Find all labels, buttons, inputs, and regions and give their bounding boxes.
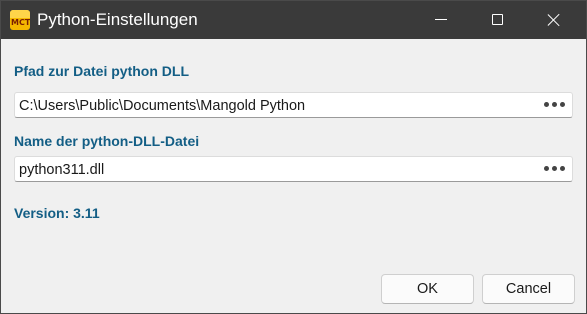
browse-dll-button[interactable]: [544, 166, 566, 172]
dll-name-input[interactable]: [19, 160, 529, 179]
app-icon: MCT: [10, 10, 30, 30]
browse-path-button[interactable]: [544, 102, 566, 108]
ok-button[interactable]: OK: [381, 274, 474, 304]
cancel-button[interactable]: Cancel: [482, 274, 575, 304]
minimize-icon: [435, 19, 447, 20]
minimize-button[interactable]: [419, 1, 465, 39]
version-label: Version: 3.11: [14, 205, 100, 221]
python-settings-dialog: MCT Python-Einstellungen Pfad zur Datei …: [0, 0, 587, 314]
maximize-button[interactable]: [475, 1, 521, 39]
dll-path-label: Pfad zur Datei python DLL: [14, 63, 189, 79]
ellipsis-icon: [544, 102, 549, 107]
window-title: Python-Einstellungen: [37, 10, 198, 29]
dll-name-label: Name der python-DLL-Datei: [14, 133, 200, 149]
maximize-icon: [492, 14, 503, 25]
dll-path-input[interactable]: [19, 96, 529, 115]
dll-name-field[interactable]: [14, 156, 573, 182]
app-icon-text: MCT: [11, 18, 30, 27]
ellipsis-icon: [544, 166, 549, 171]
close-button[interactable]: [531, 1, 577, 39]
title-bar[interactable]: MCT Python-Einstellungen: [1, 1, 586, 39]
close-icon: [547, 13, 561, 27]
dll-path-field[interactable]: [14, 92, 573, 118]
